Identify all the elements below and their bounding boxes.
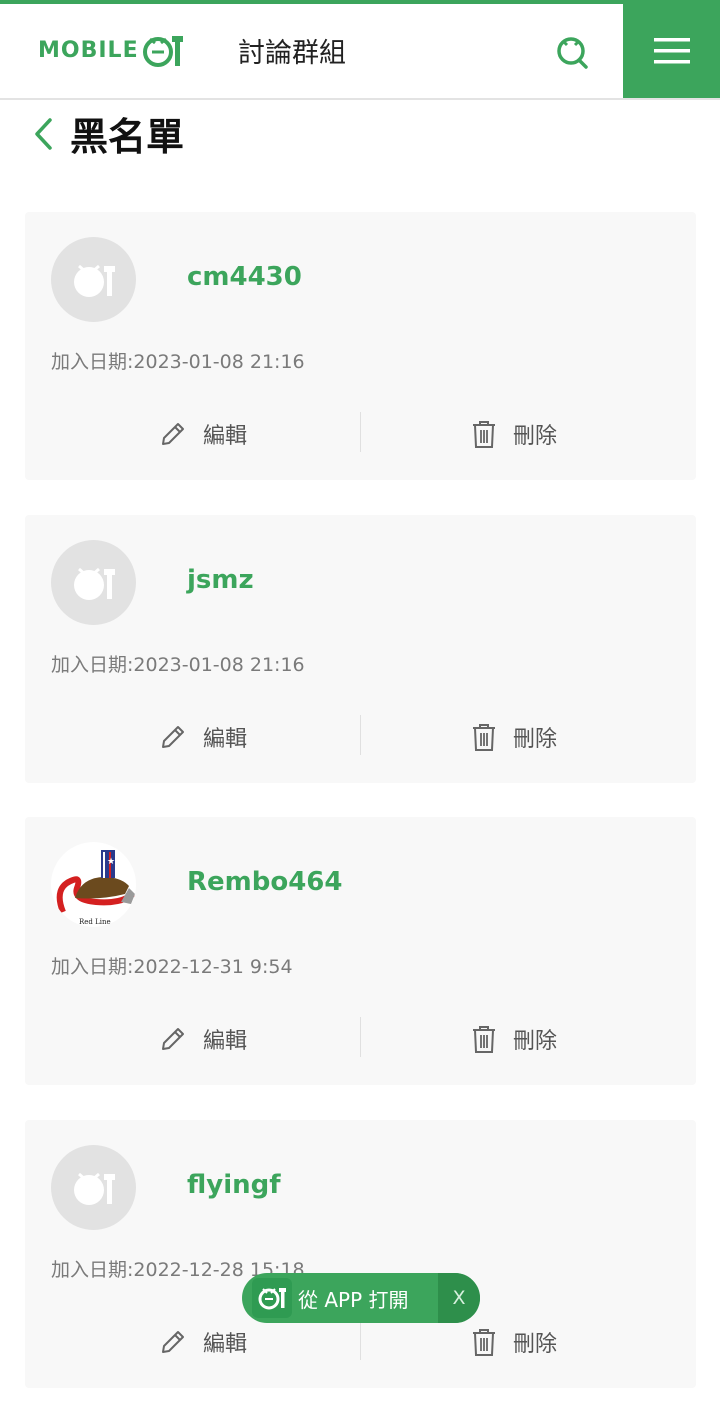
trash-icon (473, 1026, 495, 1053)
edit-label: 編輯 (203, 1029, 248, 1054)
edit-button[interactable]: 編輯 (159, 715, 247, 759)
delete-label: 刪除 (513, 1332, 558, 1357)
trash-icon (473, 1329, 495, 1356)
divider (360, 715, 361, 755)
search-icon[interactable] (552, 32, 592, 72)
delete-button[interactable]: 刪除 (471, 1320, 557, 1364)
username-link[interactable]: Rembo464 (187, 867, 343, 897)
svg-text:★: ★ (107, 857, 115, 867)
card-actions: 編輯 刪除 (25, 412, 696, 456)
site-header: MOBILE 討論群組 (0, 4, 720, 100)
edit-icon (162, 1028, 184, 1050)
avatar[interactable] (51, 1145, 136, 1230)
edit-label: 編輯 (203, 727, 248, 752)
avatar[interactable] (51, 237, 136, 322)
trash-icon (473, 724, 495, 751)
app-icon (252, 1278, 292, 1318)
divider (360, 1320, 361, 1360)
join-date: 加入日期:2022-12-31 9:54 (51, 956, 293, 978)
default-avatar-icon (73, 264, 115, 297)
edit-label: 編輯 (203, 1332, 248, 1357)
menu-button[interactable] (623, 4, 720, 98)
open-in-app-banner[interactable]: 從 APP 打開 X (242, 1273, 480, 1323)
logo-text: MOBILE (38, 37, 139, 63)
default-avatar-icon (73, 567, 115, 600)
page-heading: 黑名單 (32, 106, 184, 161)
close-banner-button[interactable]: X (438, 1273, 480, 1323)
username-link[interactable]: cm4430 (187, 262, 302, 292)
join-date: 加入日期:2023-01-08 21:16 (51, 654, 305, 676)
delete-button[interactable]: 刪除 (471, 1017, 557, 1061)
card-actions: 編輯 刪除 (25, 1017, 696, 1061)
site-section-title[interactable]: 討論群組 (238, 31, 346, 70)
avatar[interactable]: ★ Red Line (51, 842, 136, 927)
blacklist-card: cm4430 加入日期:2023-01-08 21:16 編輯 刪除 (25, 212, 696, 480)
edit-icon (162, 423, 184, 445)
back-icon[interactable] (32, 114, 56, 154)
blacklist-card: flyingf 加入日期:2022-12-28 15:18 編輯 刪除 (25, 1120, 696, 1388)
edit-icon (162, 1331, 184, 1353)
menu-icon (653, 38, 690, 64)
edit-button[interactable]: 編輯 (159, 412, 247, 456)
blacklist-card: jsmz 加入日期:2023-01-08 21:16 編輯 刪除 (25, 515, 696, 783)
trash-icon (473, 421, 495, 448)
page-title: 黑名單 (70, 115, 185, 159)
divider (360, 412, 361, 452)
blacklist-card: ★ Red Line Rembo464 加入日期:2022-12-31 9:54… (25, 817, 696, 1085)
delete-label: 刪除 (513, 424, 558, 449)
delete-label: 刪除 (513, 727, 558, 752)
logo-mark-icon (142, 36, 183, 67)
delete-button[interactable]: 刪除 (471, 715, 557, 759)
join-date: 加入日期:2023-01-08 21:16 (51, 351, 305, 373)
delete-button[interactable]: 刪除 (471, 412, 557, 456)
default-avatar-icon (73, 1172, 115, 1205)
edit-icon (162, 726, 184, 748)
divider (360, 1017, 361, 1057)
site-logo[interactable]: MOBILE (38, 30, 185, 70)
card-actions: 編輯 刪除 (25, 1320, 696, 1364)
user-avatar-image: ★ Red Line (56, 850, 135, 926)
svg-text:Red Line: Red Line (79, 918, 111, 926)
edit-label: 編輯 (203, 424, 248, 449)
edit-button[interactable]: 編輯 (159, 1017, 247, 1061)
card-actions: 編輯 刪除 (25, 715, 696, 759)
avatar[interactable] (51, 540, 136, 625)
delete-label: 刪除 (513, 1029, 558, 1054)
username-link[interactable]: jsmz (187, 565, 254, 595)
edit-button[interactable]: 編輯 (159, 1320, 247, 1364)
username-link[interactable]: flyingf (187, 1170, 281, 1200)
open-in-app-label: 從 APP 打開 (298, 1287, 409, 1312)
